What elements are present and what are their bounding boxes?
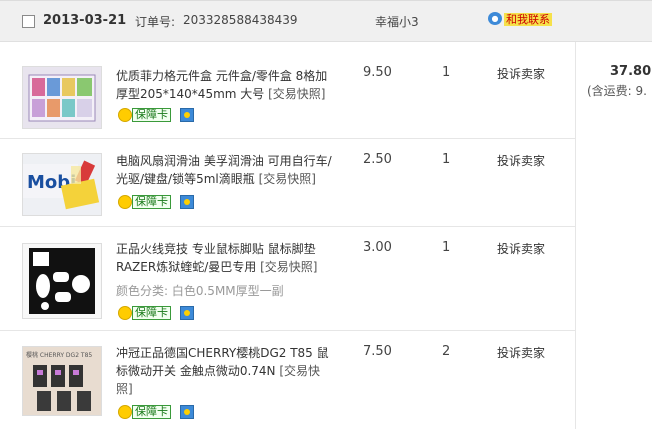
order-number: 203328588438439 <box>183 13 298 27</box>
thumbnail-product-text: 樱桃 CHERRY DG2 T85 <box>26 351 92 359</box>
item-title[interactable]: 正品火线竞技 专业鼠标脚贴 鼠标脚垫RAZER炼狱蝰蛇/曼巴专用 [交易快照] <box>116 240 336 276</box>
order-number-label: 订单号: <box>135 15 176 29</box>
order-header: 2013-03-21 订单号: 203328588438439 幸福小3 ● 和… <box>0 0 652 42</box>
complain-seller-link[interactable]: 投诉卖家 <box>497 152 545 169</box>
order-total: 37.80 <box>610 64 652 79</box>
complain-seller-link[interactable]: 投诉卖家 <box>497 344 545 361</box>
column-divider <box>575 42 576 429</box>
item-title[interactable]: 优质菲力格元件盒 元件盒/零件盒 8格加厚型205*140*45mm 大号 [交… <box>116 67 336 103</box>
item-price: 9.50 <box>363 65 392 80</box>
item-quantity: 1 <box>442 65 451 80</box>
order-item-row: 优质菲力格元件盒 元件盒/零件盒 8格加厚型205*140*45mm 大号 [交… <box>0 42 575 139</box>
chat-bubble-icon: ● <box>488 12 502 25</box>
item-title[interactable]: 电脑风扇润滑油 美孚润滑油 可用自行车/光驱/键盘/锁等5ml滴眼瓶 [交易快照… <box>116 152 336 188</box>
complain-seller-link[interactable]: 投诉卖家 <box>497 65 545 82</box>
item-price: 7.50 <box>363 344 392 359</box>
guarantee-label: 保障卡 <box>132 195 171 209</box>
item-price: 3.00 <box>363 240 392 255</box>
snapshot-link[interactable]: [交易快照] <box>260 260 317 274</box>
order-item-row: 樱桃 CHERRY DG2 T85 冲冠正品德国CHERRY樱桃DG2 T85 … <box>0 331 575 429</box>
item-thumbnail[interactable]: Mobil <box>22 153 102 216</box>
snapshot-link[interactable]: [交易快照] <box>259 172 316 186</box>
order-item-row: 正品火线竞技 专业鼠标脚贴 鼠标脚垫RAZER炼狱蝰蛇/曼巴专用 [交易快照] … <box>0 227 575 331</box>
gold-seller-icon[interactable] <box>180 195 194 209</box>
item-thumbnail[interactable] <box>22 243 102 319</box>
item-price: 2.50 <box>363 152 392 167</box>
item-title[interactable]: 冲冠正品德国CHERRY樱桃DG2 T85 鼠标微动开关 金触点微动0.74N … <box>116 344 336 398</box>
gold-seller-icon[interactable] <box>180 405 194 419</box>
item-thumbnail[interactable]: 樱桃 CHERRY DG2 T85 <box>22 346 102 416</box>
shipping-note: (含运费: 9. <box>587 84 647 98</box>
gold-seller-icon[interactable] <box>180 108 194 122</box>
guarantee-label: 保障卡 <box>132 306 171 320</box>
item-sku: 颜色分类: 白色0.5MM厚型一副 <box>116 284 284 298</box>
snapshot-link[interactable]: [交易快照] <box>268 87 325 101</box>
gold-seller-icon[interactable] <box>180 306 194 320</box>
item-thumbnail[interactable] <box>22 66 102 129</box>
guarantee-icon <box>118 108 132 122</box>
seller-name[interactable]: 幸福小3 <box>375 13 419 30</box>
guarantee-icon <box>118 405 132 419</box>
guarantee-label: 保障卡 <box>132 405 171 419</box>
item-quantity: 1 <box>442 240 451 255</box>
order-date: 2013-03-21 <box>43 13 127 28</box>
complain-seller-link[interactable]: 投诉卖家 <box>497 240 545 257</box>
guarantee-label: 保障卡 <box>132 108 171 122</box>
item-quantity: 1 <box>442 152 451 167</box>
item-quantity: 2 <box>442 344 451 359</box>
contact-seller-label: 和我联系 <box>504 13 552 26</box>
guarantee-icon <box>118 306 132 320</box>
order-item-row: Mobil 电脑风扇润滑油 美孚润滑油 可用自行车/光驱/键盘/锁等5ml滴眼瓶… <box>0 139 575 227</box>
guarantee-icon <box>118 195 132 209</box>
order-checkbox[interactable] <box>22 15 35 28</box>
